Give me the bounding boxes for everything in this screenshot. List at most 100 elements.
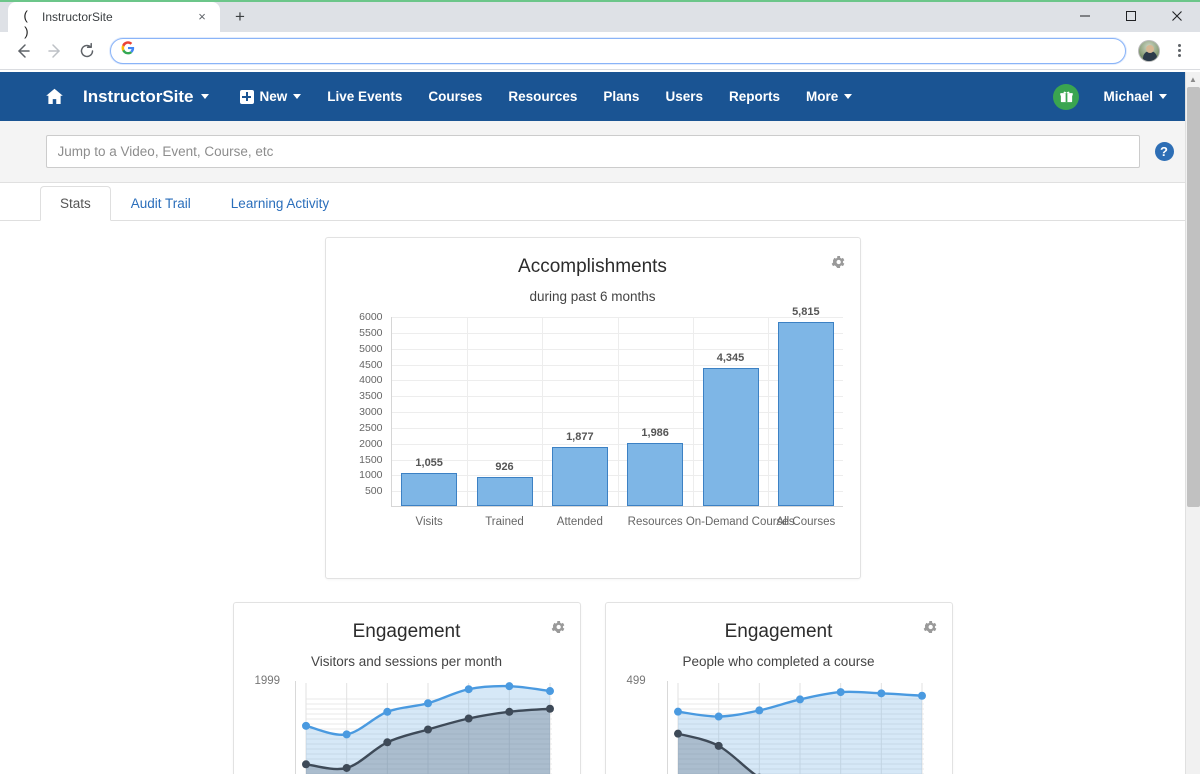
line-chart-plot-area — [294, 681, 557, 774]
chevron-down-icon — [844, 94, 853, 99]
user-menu[interactable]: Michael — [1090, 89, 1167, 104]
code-brackets-icon: ( ) — [22, 9, 30, 40]
reload-icon[interactable] — [72, 36, 102, 66]
bar[interactable] — [551, 446, 608, 506]
bar[interactable] — [777, 321, 834, 506]
data-point[interactable] — [545, 687, 554, 696]
browser-tab-title: InstructorSite — [42, 10, 113, 24]
y-axis-tick: 3500 — [359, 390, 383, 403]
data-point[interactable] — [382, 738, 391, 747]
browser-tab[interactable]: ( ) InstructorSite × — [8, 2, 220, 40]
bar-value-label: 1,986 — [641, 427, 669, 440]
data-point[interactable] — [673, 729, 682, 738]
gear-icon[interactable] — [830, 254, 846, 270]
window-controls — [1062, 0, 1200, 32]
dashboard-cards: Accomplishments during past 6 months 500… — [0, 221, 1185, 774]
app-brand-label: InstructorSite — [83, 86, 194, 106]
data-point[interactable] — [423, 725, 432, 734]
engagement-completions-chart: 499 — [627, 675, 929, 774]
tab-stats[interactable]: Stats — [40, 186, 111, 221]
data-point[interactable] — [714, 741, 723, 750]
global-search-wrapper: ? — [45, 135, 1174, 168]
bar[interactable] — [476, 476, 533, 506]
bar[interactable] — [702, 368, 759, 506]
data-point[interactable] — [464, 685, 473, 694]
data-point[interactable] — [423, 699, 432, 708]
help-circle-icon[interactable]: ? — [1154, 142, 1174, 161]
bar[interactable] — [627, 443, 684, 506]
scroll-up-arrow-icon[interactable]: ▲ — [1186, 72, 1200, 87]
data-point[interactable] — [464, 714, 473, 723]
nav-item-plans[interactable]: Plans — [590, 89, 652, 104]
bar-value-label: 926 — [495, 460, 514, 473]
home-icon[interactable] — [18, 86, 83, 107]
address-bar[interactable] — [110, 37, 1126, 64]
nav-item-label: Resources — [508, 89, 578, 104]
bar-chart-y-axis: 500 1000 1500 2000 2500 3000 3500 4000 4500 5000 5… — [343, 311, 387, 507]
gear-icon[interactable] — [550, 619, 566, 635]
chevron-down-icon — [200, 94, 209, 99]
browser-titlebar: ( ) InstructorSite × + — [0, 0, 1200, 40]
nav-item-label: Live Events — [327, 89, 403, 104]
scrollbar-thumb[interactable] — [1187, 87, 1200, 507]
tab-audit-trail[interactable]: Audit Trail — [111, 186, 211, 221]
close-icon[interactable] — [1154, 0, 1200, 32]
nav-item-label: Reports — [728, 89, 780, 104]
nav-item-more[interactable]: More — [793, 89, 865, 104]
three-dot-menu-icon[interactable] — [1166, 38, 1192, 64]
area-chart-svg — [301, 682, 554, 774]
data-point[interactable] — [836, 688, 845, 697]
data-point[interactable] — [342, 730, 351, 739]
data-point[interactable] — [545, 704, 554, 713]
data-point[interactable] — [795, 695, 804, 704]
search-input[interactable] — [45, 135, 1140, 168]
data-point[interactable] — [504, 682, 513, 691]
bar-value-label: 1,055 — [415, 456, 443, 469]
data-point[interactable] — [301, 760, 310, 769]
nav-item-live-events[interactable]: Live Events — [314, 89, 415, 104]
profile-avatar[interactable] — [1138, 39, 1160, 62]
page-viewport: InstructorSite New Live Events Courses R… — [0, 72, 1200, 774]
y-axis-tick: 2500 — [359, 421, 383, 434]
y-axis-tick: 2000 — [359, 437, 383, 450]
close-icon[interactable]: × — [194, 9, 210, 25]
data-point[interactable] — [754, 706, 763, 715]
bar-value-label: 5,815 — [792, 305, 820, 318]
data-point[interactable] — [342, 763, 351, 772]
data-point[interactable] — [504, 707, 513, 716]
nav-item-new[interactable]: New — [227, 89, 315, 104]
area-chart-svg — [673, 683, 926, 774]
chevron-down-icon — [1159, 94, 1167, 99]
data-point[interactable] — [382, 707, 391, 716]
maximize-icon[interactable] — [1108, 0, 1154, 32]
card-title: Accomplishments — [518, 256, 667, 277]
card-subtitle: Visitors and sessions per month — [310, 654, 503, 669]
nav-item-label: More — [806, 89, 839, 104]
browser-tabstrip: ( ) InstructorSite × + — [0, 0, 1062, 40]
gift-icon[interactable] — [1053, 83, 1080, 110]
y-axis-tick: 3000 — [359, 406, 383, 418]
app-brand[interactable]: InstructorSite — [83, 87, 227, 107]
data-point[interactable] — [917, 691, 926, 700]
global-search-row: ? — [0, 121, 1185, 183]
nav-item-resources[interactable]: Resources — [495, 89, 590, 104]
gridline-vertical — [692, 317, 694, 506]
page-content: InstructorSite New Live Events Courses R… — [0, 72, 1185, 774]
data-point[interactable] — [673, 707, 682, 716]
y-axis-tick: 5500 — [359, 326, 383, 339]
data-point[interactable] — [714, 712, 723, 721]
google-g-icon — [121, 41, 135, 60]
data-point[interactable] — [876, 689, 885, 698]
page-scrollbar[interactable]: ▲ — [1185, 72, 1200, 774]
data-point[interactable] — [301, 721, 310, 730]
nav-item-users[interactable]: Users — [652, 89, 716, 104]
bar[interactable] — [401, 472, 458, 506]
gear-icon[interactable] — [922, 619, 938, 635]
tab-learning-activity[interactable]: Learning Activity — [211, 186, 349, 221]
new-tab-button[interactable]: + — [226, 3, 254, 31]
gridline-vertical — [466, 317, 468, 506]
minimize-icon[interactable] — [1062, 0, 1108, 32]
y-axis-tick: 1000 — [359, 469, 383, 482]
nav-item-reports[interactable]: Reports — [716, 89, 793, 104]
nav-item-courses[interactable]: Courses — [415, 89, 495, 104]
